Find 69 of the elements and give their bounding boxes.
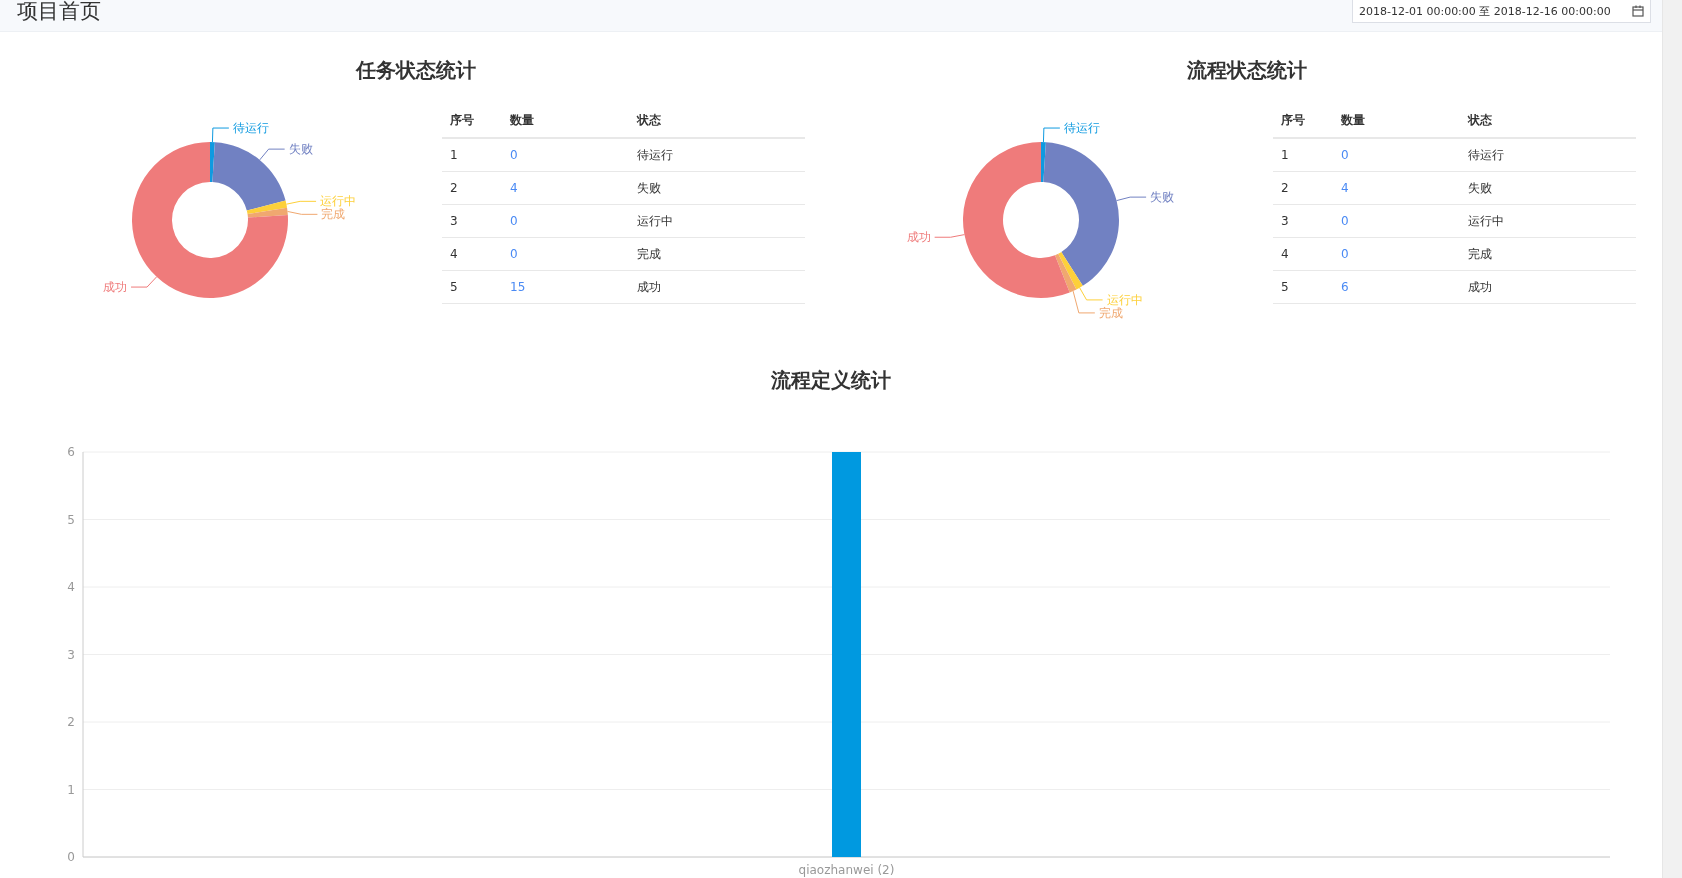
leader-line <box>1042 127 1061 143</box>
table-cell: 完成 <box>629 237 805 271</box>
slice-label: 失败 <box>1150 190 1175 205</box>
column-header: 数量 <box>502 104 629 138</box>
slice-label: 成功 <box>906 230 931 245</box>
slice-label: 运行中 <box>320 194 357 209</box>
y-tick-label: 2 <box>67 715 75 729</box>
leader-line <box>130 276 158 288</box>
leader-line <box>287 210 318 215</box>
chart-title: 任务状态统计 <box>355 57 476 84</box>
slice-label: 失败 <box>288 142 313 157</box>
slice-label: 待运行 <box>232 121 269 136</box>
leader-line <box>211 127 230 143</box>
chart-title: 流程状态统计 <box>1186 57 1307 84</box>
table-cell: 0 <box>1333 204 1460 238</box>
page-title: 项目首页 <box>17 0 101 22</box>
table-cell: 2 <box>442 171 502 205</box>
leader-line <box>934 234 965 238</box>
table-cell: 2 <box>1273 171 1333 205</box>
table-cell: 待运行 <box>629 138 805 172</box>
table-cell: 4 <box>502 171 629 205</box>
table-cell: 失败 <box>1460 171 1636 205</box>
table-cell: 运行中 <box>629 204 805 238</box>
column-header: 序号 <box>442 104 502 138</box>
y-tick-label: 1 <box>67 782 75 797</box>
table-cell: 运行中 <box>1460 204 1636 238</box>
table-cell: 失败 <box>629 171 805 205</box>
leader-line <box>285 200 317 205</box>
slice-label: 完成 <box>321 207 346 222</box>
table-cell: 0 <box>1333 138 1460 172</box>
table-cell: 5 <box>1273 270 1333 304</box>
table-cell: 5 <box>442 270 502 304</box>
y-tick-label: 5 <box>67 512 75 527</box>
table-cell: 4 <box>442 237 502 271</box>
table-cell: 4 <box>1333 171 1460 205</box>
table-cell: 0 <box>502 204 629 238</box>
table-cell: 4 <box>1273 237 1333 271</box>
table-cell: 15 <box>502 270 629 304</box>
y-tick-label: 6 <box>67 445 75 459</box>
column-header: 状态 <box>1460 104 1636 138</box>
table-cell: 0 <box>502 138 629 172</box>
table-cell: 3 <box>1273 204 1333 238</box>
leader-line <box>259 148 286 161</box>
column-header: 状态 <box>629 104 805 138</box>
scrollbar[interactable] <box>1662 0 1682 878</box>
table-cell: 6 <box>1333 270 1460 304</box>
y-tick-label: 0 <box>67 850 75 864</box>
table-cell: 1 <box>1273 138 1333 172</box>
table-cell: 完成 <box>1460 237 1636 271</box>
x-axis-label: qiaozhanwei (2) <box>798 863 895 877</box>
chart-title: 流程定义统计 <box>771 367 891 394</box>
leader-line <box>1116 196 1147 202</box>
table-cell: 1 <box>442 138 502 172</box>
table-cell: 0 <box>502 237 629 271</box>
slice-label: 运行中 <box>1106 292 1143 307</box>
table-cell: 待运行 <box>1460 138 1636 172</box>
y-tick-label: 3 <box>67 647 75 662</box>
column-header: 序号 <box>1273 104 1333 138</box>
slice-label: 待运行 <box>1063 121 1100 136</box>
table-cell: 成功 <box>1460 270 1636 304</box>
column-header: 数量 <box>1333 104 1460 138</box>
slice-label: 完成 <box>1098 305 1123 320</box>
table-cell: 3 <box>442 204 502 238</box>
table-cell: 0 <box>1333 237 1460 271</box>
date-range-field[interactable]: 2018-12-01 00:00:00 至 2018-12-16 00:00:00 <box>1352 0 1651 23</box>
table-cell: 成功 <box>629 270 805 304</box>
slice-label: 成功 <box>103 280 127 295</box>
calendar-icon <box>1632 5 1644 17</box>
y-tick-label: 4 <box>67 580 75 594</box>
